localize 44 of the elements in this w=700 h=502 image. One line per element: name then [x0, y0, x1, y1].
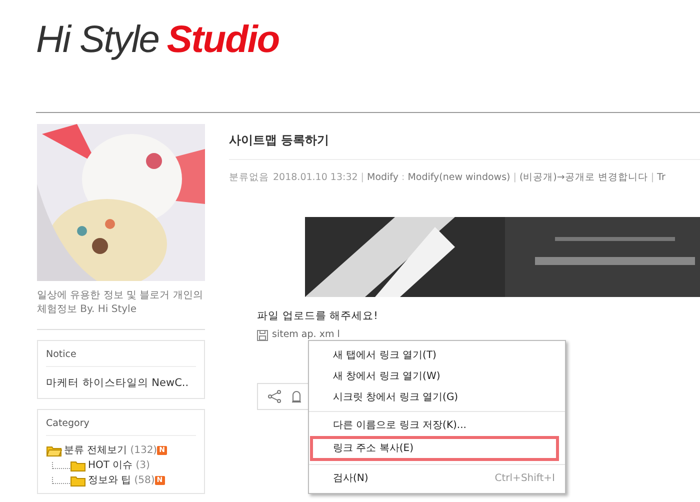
logo-text: Studio	[166, 19, 280, 61]
blog-description: 일상에 유용한 정보 및 블로거 개인의 체험정보 By. Hi Style	[37, 289, 205, 330]
post-date: 2018.01.10 13:32	[273, 172, 358, 184]
menu-item[interactable]: 다른 이름으로 링크 저장(K)...	[309, 415, 565, 436]
post-action-link[interactable]: (비공개)→공개로 변경합니다	[519, 172, 648, 184]
category-link[interactable]: HOT 이슈	[88, 459, 133, 472]
file-link[interactable]: sitem ap. xm l	[272, 328, 340, 343]
menu-item[interactable]: 새 창에서 링크 열기(W)	[309, 366, 565, 387]
panel-title: Category	[46, 417, 196, 436]
menu-label: 새 창에서 링크 열기(W)	[333, 370, 440, 384]
post-action-link[interactable]: Modify(new windows)	[408, 172, 510, 184]
menu-item[interactable]: 링크 주소 복사(E)	[310, 436, 559, 461]
separator: |	[650, 172, 654, 184]
category-link[interactable]: 정보와 팁	[88, 474, 132, 488]
category-link[interactable]: 분류 전체보기	[64, 444, 128, 458]
menu-label: 시크릿 창에서 링크 열기(G)	[333, 391, 458, 405]
panel-title: Notice	[46, 348, 196, 368]
shortcut-text: Ctrl+Shift+I	[494, 472, 555, 486]
menu-label: 새 탭에서 링크 열기(T)	[333, 349, 436, 363]
menu-item[interactable]: 새 탭에서 링크 열기(T)	[309, 345, 565, 366]
folder-icon	[70, 474, 86, 488]
menu-item[interactable]: 검사(N) Ctrl+Shift+I	[309, 468, 565, 489]
post-action-link[interactable]: Modify	[367, 172, 398, 184]
menu-item[interactable]: 시크릿 창에서 링크 열기(G)	[309, 387, 565, 408]
separator: |	[360, 172, 364, 184]
share-icon[interactable]	[268, 390, 281, 403]
category-count: (132)	[130, 444, 158, 458]
category-count: (3)	[136, 459, 150, 472]
post-action-link[interactable]: Tr	[657, 172, 666, 184]
separator: :	[401, 172, 405, 184]
menu-label: 다른 이름으로 링크 저장(K)...	[333, 419, 466, 433]
notice-link[interactable]: 마케터 하이스타일의 NewC..	[46, 376, 189, 392]
menu-label: 검사(N)	[333, 472, 368, 486]
menu-label: 링크 주소 복사(E)	[333, 442, 414, 456]
save-icon	[257, 330, 268, 342]
post-category: 분류없음	[229, 172, 269, 184]
separator: |	[513, 172, 516, 184]
folder-icon	[70, 459, 86, 472]
bell-icon[interactable]	[291, 390, 302, 403]
post-title: 사이트맵 등록하기	[229, 124, 700, 160]
category-count: (58)	[134, 474, 155, 488]
logo-text: Hi Style	[36, 19, 159, 61]
post-text: 파일 업로드를 해주세요!	[257, 308, 379, 324]
open-folder-icon	[46, 444, 62, 458]
